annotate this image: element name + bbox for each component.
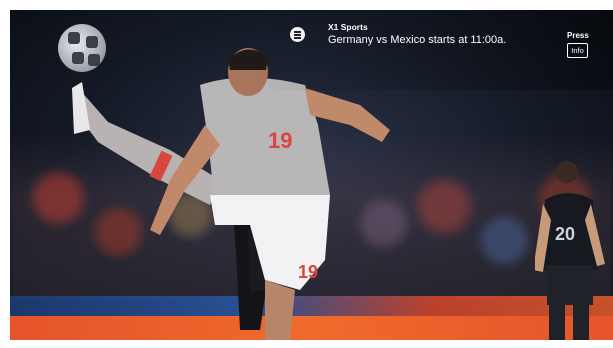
notification-toast[interactable]: X1 Sports Germany vs Mexico starts at 11… [290,20,600,60]
press-hint-label: Press [567,31,589,40]
notification-source: X1 Sports [328,22,368,32]
shorts-number: 19 [298,262,318,282]
opponent-jersey-number: 20 [555,224,575,244]
opponent-player: 20 [535,161,605,340]
menu-icon [290,27,305,42]
notification-message: Germany vs Mexico starts at 11:00a. [328,34,507,46]
info-button[interactable]: Info [567,43,588,58]
soccer-ball [58,24,106,72]
jersey-number: 19 [268,128,292,153]
